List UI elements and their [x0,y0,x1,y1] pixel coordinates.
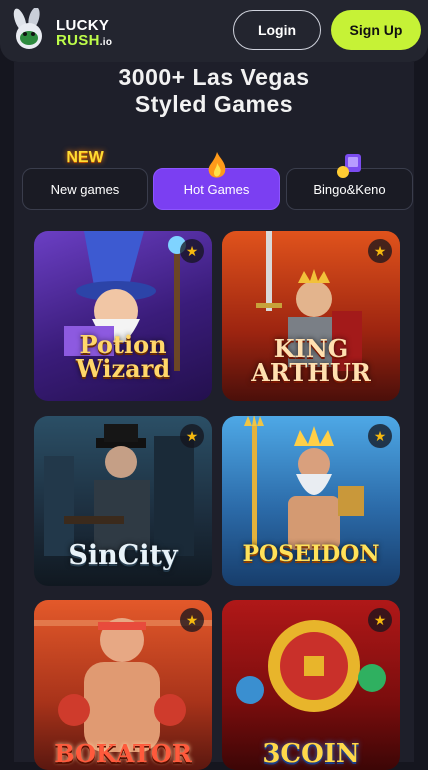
game-title: Potion Wizard [75,330,171,383]
fire-icon [208,152,225,178]
logo-text: LUCKY RUSH.io [56,18,112,50]
tab-hot-games[interactable]: Hot Games [153,152,280,210]
favorite-star-icon[interactable]: ★ [180,424,204,448]
tab-label: Hot Games [183,181,250,197]
signup-button[interactable]: Sign Up [331,10,421,50]
rabbit-icon [13,8,42,49]
login-button[interactable]: Login [233,10,321,50]
game-title: BOKATOR [54,739,192,768]
page-headline: 3000+ Las Vegas Styled Games [0,64,428,118]
headline-line2: Styled Games [134,91,294,117]
logo-line1: LUCKY [56,17,110,34]
headline-line1: 3000+ Las Vegas [118,64,310,90]
game-card-bokator[interactable]: BOKATOR ★ [34,600,212,770]
game-title: POSEIDON [242,541,380,567]
favorite-star-icon[interactable]: ★ [180,239,204,263]
game-title: SinCity [68,540,178,571]
new-badge-icon: NEW [66,149,104,166]
game-card-sin-city[interactable]: SinCity ★ [34,416,212,586]
game-card-king-arthur[interactable]: KING ARTHUR ★ [222,231,400,401]
game-card-3-coin[interactable]: 3COIN ★ [222,600,400,770]
tab-bingo-keno[interactable]: Bingo&Keno [286,154,413,210]
tab-label: Bingo&Keno [313,181,386,197]
favorite-star-icon[interactable]: ★ [368,608,392,632]
game-card-potion-wizard[interactable]: Potion Wizard ★ [34,231,212,401]
favorite-star-icon[interactable]: ★ [368,424,392,448]
bingo-ball-icon [336,154,361,178]
favorite-star-icon[interactable]: ★ [180,608,204,632]
favorite-star-icon[interactable]: ★ [368,239,392,263]
lucky-rush-logo[interactable]: LUCKY RUSH.io [8,8,128,54]
tab-label: New games [50,181,120,197]
logo-line2: RUSH.io [56,32,113,49]
tab-new-games[interactable]: NEW New games [22,149,148,210]
game-card-poseidon[interactable]: POSEIDON ★ [222,416,400,586]
game-title: KING ARTHUR [251,334,371,387]
top-header: LUCKY RUSH.io Login Sign Up [0,0,428,62]
game-title: 3COIN [262,739,360,769]
